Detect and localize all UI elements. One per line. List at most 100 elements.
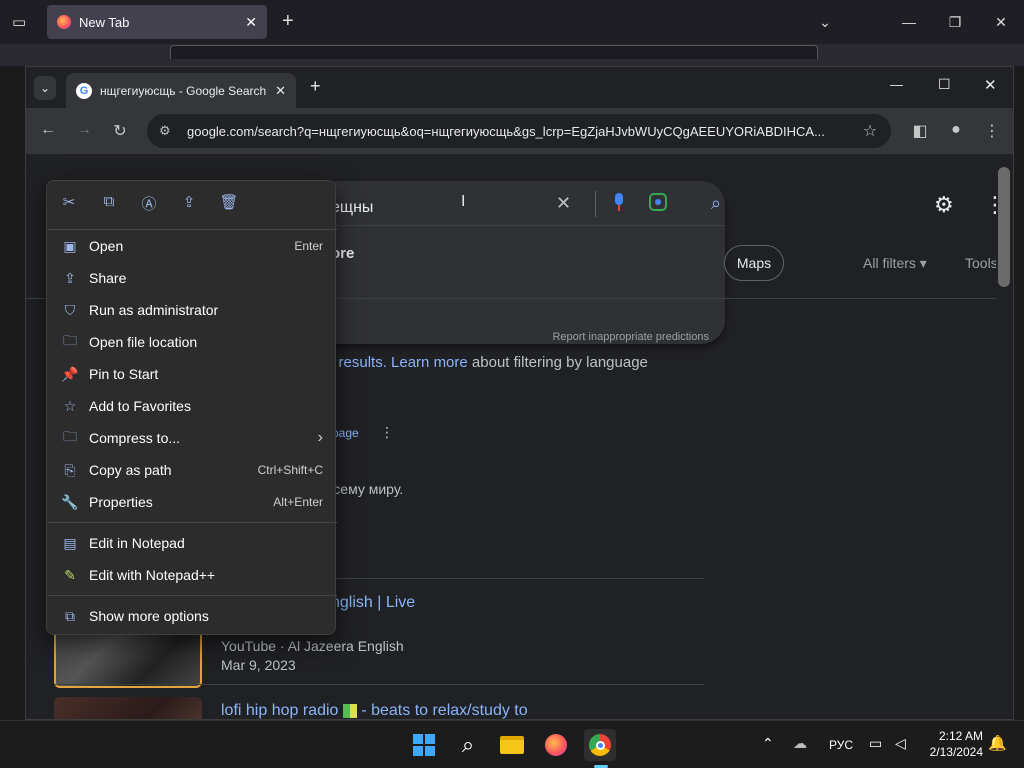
share-icon: ⇪ [64, 269, 76, 286]
forward-button[interactable]: → [74, 121, 94, 139]
firefox-tab-newtab[interactable]: New Tab ✕ [47, 5, 267, 39]
menu-item-edit-in-notepad[interactable]: ▤ Edit in Notepad [47, 527, 337, 559]
start-button[interactable] [408, 729, 440, 761]
chrome-taskbar-icon[interactable] [584, 729, 616, 761]
clock-time[interactable]: 2:12 AM [925, 729, 983, 743]
site-info-icon[interactable]: ⚙ [159, 123, 181, 139]
chevron-right-icon: › [317, 429, 323, 446]
notepadpp-icon: ✎ [64, 566, 76, 583]
copy-icon[interactable]: ⧉ [99, 193, 119, 213]
side-panel-icon[interactable]: ◧ [910, 121, 930, 141]
chevron-down-icon[interactable]: ⌄ [802, 0, 848, 44]
minimize-button[interactable]: — [890, 77, 903, 92]
context-menu: ✂ ⧉ Ⓐ ⇪ 🗑 ▣ Open Enter ⇪ Share ⛉ Run as … [46, 180, 337, 635]
menu-separator [47, 522, 337, 523]
voice-search-icon[interactable] [613, 193, 625, 211]
volume-muted-icon[interactable]: ◁ [895, 735, 906, 752]
menu-item-shortcut: Ctrl+Shift+C [257, 463, 323, 477]
maps-filter-chip[interactable]: Maps [724, 245, 784, 281]
maximize-button[interactable]: ☐ [938, 76, 951, 93]
video-thumbnail[interactable] [54, 697, 202, 719]
copy-path-icon: ⎘ [64, 461, 76, 478]
rename-icon[interactable]: Ⓐ [139, 193, 159, 213]
google-favicon-icon: G [76, 82, 92, 99]
menu-item-edit-with-notepadpp[interactable]: ✎ Edit with Notepad++ [47, 559, 337, 591]
taskbar: ⌕ ⌃ ☁ РУС ▭ ◁ 2:12 AM 2/13/2024 🔔 [0, 720, 1024, 768]
search-divider [595, 191, 596, 217]
star-icon: ☆ [63, 397, 77, 414]
bookmark-star-icon[interactable]: ☆ [860, 121, 880, 141]
open-icon: ▣ [63, 237, 77, 254]
video-result-title[interactable]: nglish | Live [331, 594, 415, 612]
new-tab-button[interactable]: + [282, 10, 294, 33]
clear-search-button[interactable]: ✕ [556, 193, 571, 214]
menu-item-shortcut: Alt+Enter [273, 495, 323, 509]
minimize-button[interactable]: — [886, 0, 932, 44]
clock-date[interactable]: 2/13/2024 [925, 745, 983, 759]
profile-icon[interactable]: ● [946, 121, 966, 139]
lens-search-icon[interactable] [649, 193, 667, 211]
notification-bell-icon[interactable]: 🔔 [988, 734, 1007, 752]
zip-folder-icon: 🗀 [63, 428, 77, 444]
menu-item-label: Open [89, 238, 124, 254]
close-window-button[interactable]: ✕ [984, 76, 997, 94]
menu-item-add-to-favorites[interactable]: ☆ Add to Favorites [47, 390, 337, 422]
network-icon[interactable]: ▭ [869, 735, 882, 752]
menu-item-properties[interactable]: 🔧 Properties Alt+Enter [47, 486, 337, 518]
menu-item-copy-as-path[interactable]: ⎘ Copy as path Ctrl+Shift+C [47, 454, 337, 486]
menu-item-share[interactable]: ⇪ Share [47, 262, 337, 294]
restore-button[interactable]: ❐ [932, 0, 978, 44]
chrome-tab-title: нщгегиуюсщь - Google Search [100, 83, 267, 98]
address-bar[interactable]: ⚙ google.com/search?q=нщгегиуюсщь&oq=нщг… [147, 114, 891, 148]
reload-button[interactable]: ↻ [110, 121, 130, 141]
cut-icon[interactable]: ✂ [59, 193, 79, 213]
notepad-icon: ▤ [63, 534, 77, 551]
onedrive-icon[interactable]: ☁ [793, 735, 807, 752]
all-filters-dropdown[interactable]: All filters ▾ [863, 255, 927, 272]
menu-item-compress-to[interactable]: 🗀 Compress to... › [47, 422, 337, 454]
file-explorer-icon[interactable] [496, 729, 528, 761]
tools-button[interactable]: Tools [965, 255, 998, 271]
menu-item-show-more-options[interactable]: ⧉ Show more options [47, 600, 337, 632]
menu-item-label: Properties [89, 494, 153, 510]
delete-icon[interactable]: 🗑 [219, 193, 239, 213]
firefox-taskbar-icon[interactable] [540, 729, 572, 761]
windows-logo-icon [413, 734, 435, 756]
show-hidden-icons-button[interactable]: ⌃ [762, 735, 774, 752]
report-predictions-link[interactable]: Report inappropriate predictions [552, 331, 709, 343]
learn-more-link[interactable]: Learn more [391, 354, 468, 371]
shield-icon: ⛉ [64, 301, 76, 318]
close-icon[interactable]: ✕ [269, 83, 286, 99]
menu-item-label: Add to Favorites [89, 398, 191, 414]
input-language-indicator[interactable]: РУС [829, 738, 853, 752]
search-icon[interactable]: ⌕ [711, 193, 721, 214]
menu-item-open-file-location[interactable]: 🗀 Open file location [47, 326, 337, 358]
new-tab-button[interactable]: + [310, 76, 321, 97]
search-input[interactable]: ещны [331, 199, 373, 217]
share-icon[interactable]: ⇪ [179, 193, 199, 213]
search-box-dropdown[interactable]: ещны I ✕ ⌕ ore Report inappropriate pred… [311, 181, 725, 344]
settings-gear-icon[interactable]: ⚙ [934, 192, 954, 218]
more-options-icon[interactable]: ⋮ [380, 424, 394, 441]
lofi-title-a: lofi hip hop radio [221, 702, 339, 719]
menu-item-label: Show more options [89, 608, 209, 624]
dropdown-divider [311, 225, 725, 226]
chrome-menu-icon[interactable]: ⋮ [982, 121, 1002, 141]
menu-item-label: Run as administrator [89, 302, 219, 318]
emoji-icon [342, 703, 357, 718]
menu-item-label: Copy as path [89, 462, 172, 478]
tab-overview-icon[interactable]: ▭ [12, 13, 26, 31]
menu-item-open[interactable]: ▣ Open Enter [47, 230, 337, 262]
close-icon[interactable]: ✕ [245, 14, 257, 31]
back-button[interactable]: ← [38, 121, 58, 139]
taskbar-search-icon[interactable]: ⌕ [452, 729, 484, 761]
menu-item-pin-to-start[interactable]: 📌 Pin to Start [47, 358, 337, 390]
menu-item-run-as-admin[interactable]: ⛉ Run as administrator [47, 294, 337, 326]
close-window-button[interactable]: ✕ [978, 0, 1024, 44]
tab-search-button[interactable]: ⌄ [34, 76, 56, 100]
scrollbar-thumb[interactable] [998, 167, 1010, 287]
firefox-address-bar[interactable] [170, 45, 818, 59]
video-result-title[interactable]: lofi hip hop radio - beats to relax/stud… [221, 702, 528, 719]
chrome-tab-google-search[interactable]: G нщгегиуюсщь - Google Search ✕ [66, 73, 296, 108]
menu-item-label: Open file location [89, 334, 198, 350]
